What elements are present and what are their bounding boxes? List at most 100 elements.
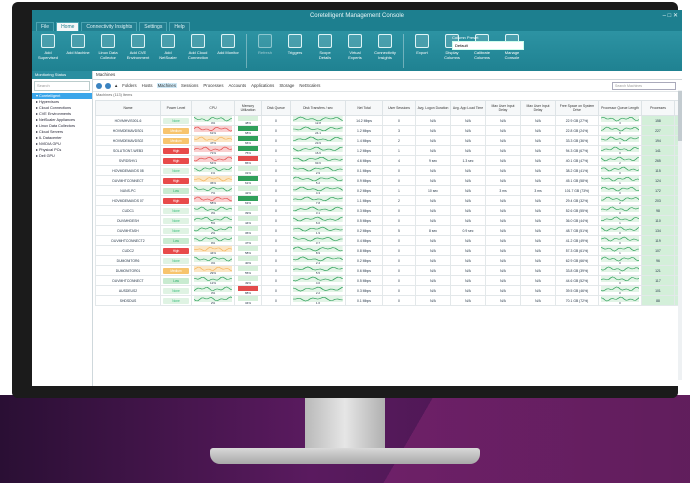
table-row[interactable]: DUVMHTCONNECT High 36% 61% 0 5.2 0.9 Mbps 0 N/A N… (95, 175, 682, 186)
table-row[interactable]: DUVMHDESH None 5% 44% 0 6.0 0.5 Mbps 0 N/A N/A N/A… (95, 215, 682, 226)
breadcrumb-applications[interactable]: Applications (250, 83, 275, 88)
table-row[interactable]: SVRDSHV1 High 54% 86% 1 93.6 4.6 Mbps 4 9 sec 1.3… (95, 155, 682, 166)
virtual-experts-icon (348, 34, 362, 48)
table-row[interactable]: HOVMDEMAVDS 07 High 58% 63% 0 7.8 1.1 Mbps 2 N/A… (95, 195, 682, 206)
column-header[interactable]: Avg. App Load Time (450, 100, 486, 116)
linux-collector-button[interactable]: Linux Data Collector (96, 34, 120, 60)
power-level-badge: None (163, 257, 189, 264)
table-row[interactable]: NUNS-PC Low 7% 42% 0 4.3 0.2 Mbps 1 10 sec N/A 3 m… (95, 185, 682, 196)
cell-cpu: 9% (191, 235, 235, 246)
cell-logon: N/A (415, 205, 451, 216)
column-header[interactable]: Name (95, 100, 161, 116)
table-row[interactable]: HOVMDEMAVDS 08 None 1% 31% 0 2.9 0.1 Mbps 0 N/A N… (95, 165, 682, 176)
cell-logon: N/A (415, 275, 451, 286)
column-preset-label: Column Preset (452, 35, 479, 40)
column-header[interactable]: Avg. Logon Duration (415, 100, 451, 116)
connectivity-button[interactable]: Connectivity Insights (373, 34, 397, 60)
scrollbar-thumb[interactable] (678, 91, 682, 141)
maximize-icon[interactable]: □ (668, 13, 672, 19)
column-header[interactable]: Max User Input Delay (520, 100, 556, 116)
table-row[interactable]: HOVMHVIS001-6 None 4% 48% 0 12.8 14.2 Mbps 0 N/A… (95, 115, 682, 126)
column-header[interactable]: CPU (191, 100, 235, 116)
cell-delay2: N/A (520, 285, 556, 296)
table-row[interactable]: CUDC1 None 3% 39% 0 3.1 0.3 Mbps 0 N/A N/A N/A N/A 5… (95, 205, 682, 216)
table-row[interactable]: DUVMHTCONNECT Low 12% 49% 0 4.0 0.5 Mbps 0 N/A N/… (95, 275, 682, 286)
machines-search-input[interactable]: Search Machines (612, 81, 676, 90)
breadcrumb-accounts[interactable]: Accounts (227, 83, 247, 88)
cell-delay1: N/A (485, 285, 521, 296)
monitor-button[interactable]: Add Monitor (216, 34, 240, 55)
column-header[interactable]: Net Total (345, 100, 383, 116)
cell-sessions: 0 (382, 205, 416, 216)
workspace: Monitoring Status Search ▾ Coretelligent… (32, 71, 682, 388)
table-row[interactable]: SHDSDUS None 2% 34% 0 1.6 0.1 Mbps 0 N/A N/A N/A N/… (95, 295, 682, 306)
column-header[interactable]: Disk Queue (261, 100, 291, 116)
table-row[interactable]: DUVMHTASH None 2% 36% 0 1.9 0.2 Mbps 5 8 sec 0.9 … (95, 225, 682, 236)
power-level-badge: Low (163, 277, 189, 284)
menu-tab-settings[interactable]: Settings (139, 22, 168, 31)
column-header[interactable]: Memory Utilization (234, 100, 262, 116)
cell-net: 0.6 Mbps (345, 265, 383, 276)
cell-sessions: 0 (382, 115, 416, 126)
power-level-badge: High (163, 157, 189, 164)
menu-tab-connectivity-insights[interactable]: Connectivity Insights (81, 22, 138, 31)
breadcrumb-processes[interactable]: Processes (202, 83, 224, 88)
view-tab[interactable]: Machines (93, 71, 682, 80)
table-row[interactable]: SOLUTION7-WEB3 High 71% 75% 0 16.6 1.2 Mbps 1 N/… (95, 145, 682, 156)
add-supervised-button[interactable]: Add Supervised (36, 34, 60, 60)
column-header[interactable]: Power Level (160, 100, 192, 116)
cell-delay1: N/A (485, 125, 521, 136)
netscaler-button[interactable]: Add NetScaler (156, 34, 180, 60)
table-row[interactable]: DUVMHTCONNECT2 Low 9% 47% 0 3.7 0.4 Mbps 0 N/A N/… (95, 235, 682, 246)
forward-icon[interactable] (105, 82, 111, 89)
column-header[interactable]: Processor Queue Length (598, 100, 642, 116)
menu-tab-help[interactable]: Help (169, 22, 190, 31)
breadcrumb-sessions[interactable]: Sessions (180, 83, 199, 88)
column-header[interactable]: Disk Transfers / sec (290, 100, 346, 116)
breadcrumb-machines[interactable]: Machines (156, 83, 177, 88)
tree-item[interactable]: ▸ Dell GPU (32, 153, 92, 159)
cell-net: 0.5 Mbps (345, 215, 383, 226)
breadcrumb-hosts[interactable]: Hosts (141, 83, 154, 88)
table-row[interactable]: DUMONITOR01 Medium 29% 55% 0 5.5 0.6 Mbps 0 N/A N… (95, 265, 682, 276)
cell-pql: 0 (598, 275, 642, 286)
table-row[interactable]: HOVMDEMAVDS02 Medium 47% 66% 0 23.9 1.4 Mbps 2 N… (95, 135, 682, 146)
scope-details-button[interactable]: Scope Details (313, 34, 337, 60)
cloud-connection-button[interactable]: Add Cloud Connection (186, 34, 210, 60)
column-header[interactable]: Free Space on System Drive (555, 100, 599, 116)
cell-logon: N/A (415, 145, 451, 156)
table-row[interactable]: HOVMDEMAVDS01 Medium 61% 68% 0 24.1 1.2 Mbps 3 N… (95, 125, 682, 136)
up-arrow-icon[interactable]: ▲ (114, 83, 118, 88)
menu-tab-home[interactable]: Home (56, 22, 80, 31)
menu-tab-file[interactable]: File (36, 22, 55, 31)
column-header[interactable]: User Sessions (382, 100, 416, 116)
cell-pql: 0 (598, 205, 642, 216)
cell-free: 36.0 GB (44%) (555, 215, 599, 226)
back-icon[interactable] (96, 82, 102, 89)
cve-environment-button[interactable]: Add CVE Environment (126, 34, 150, 60)
export-button[interactable]: Export (410, 34, 434, 55)
cell-cpu: 47% (191, 135, 235, 146)
table-row[interactable]: DUMONITOR6 None 4% 40% 0 2.4 0.2 Mbps 0 N/A N/A N/… (95, 255, 682, 266)
column-header[interactable]: Processes (641, 100, 675, 116)
cell-delay1: N/A (485, 165, 521, 176)
add-machine-button[interactable]: Add Machine (66, 34, 90, 55)
column-preset-input[interactable] (452, 41, 524, 50)
close-icon[interactable]: ✕ (673, 13, 678, 19)
breadcrumb-storage[interactable]: Storage (278, 83, 295, 88)
table-row[interactable]: AUSDEUS2 None 3% 88% 0 2.2 0.3 Mbps 0 N/A N/A N/A N… (95, 285, 682, 296)
tree-item-label: Cloud Servers (38, 130, 64, 134)
window-controls[interactable]: – □ ✕ (663, 10, 678, 22)
column-header[interactable]: Max User Input Delay (485, 100, 521, 116)
virtual-experts-button[interactable]: Virtual Experts (343, 34, 367, 60)
table-row[interactable]: CUDC2 High 44% 58% 0 8.9 0.8 Mbps 0 N/A N/A N/A N/A… (95, 245, 682, 256)
refresh-button[interactable]: Refresh (253, 34, 277, 55)
minimize-icon[interactable]: – (663, 13, 666, 19)
breadcrumb-netscalers[interactable]: NetScalers (298, 83, 321, 88)
nav-search-input[interactable]: Search (34, 81, 90, 91)
view-tab-label: Machines (96, 72, 116, 77)
breadcrumb-folders[interactable]: Folders (121, 83, 137, 88)
cell-net: 1.2 Mbps (345, 145, 383, 156)
triggers-button[interactable]: Triggers (283, 34, 307, 55)
cell-free: 29.4 GB (32%) (555, 195, 599, 206)
